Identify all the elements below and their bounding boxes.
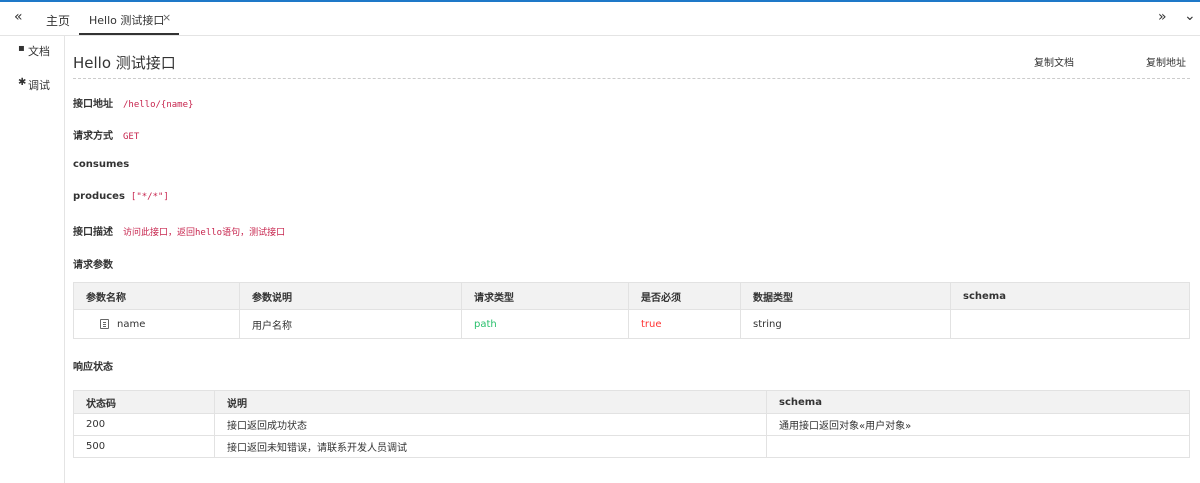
params-table: 参数名称 参数说明 请求类型 是否必须 数据类型 schema name 用户名… [73,282,1190,339]
params-title: 请求参数 [73,260,113,271]
column-header: 参数名称 [73,282,240,310]
field-method: 请求方式 GET [73,127,139,142]
field-address: 接口地址/hello/{name} [73,95,193,110]
doc-content: Hello 测试接口 复制文档 复制地址 接口地址/hello/{name} 请… [65,36,1200,483]
chevron-down-icon[interactable]: ⌄ [1184,8,1196,24]
response-schema [766,435,1190,458]
field-consumes: consumes [73,159,129,170]
side-nav: ▪ 文档 ✱ 调试 [0,36,65,483]
response-table: 状态码 说明 schema 200 接口返回成功状态 通用接口返回对象«用户对象… [73,390,1190,458]
column-header: 状态码 [73,390,215,414]
scroll-right-icon[interactable]: » [1158,9,1167,25]
sidenav-item-doc[interactable]: ▪ 文档 [0,36,64,64]
table-header-row: 状态码 说明 schema [73,390,1190,414]
field-produces: produces ["*/*"] [73,191,169,202]
response-title: 响应状态 [73,362,113,373]
response-code: 500 [73,435,215,458]
field-description: 接口描述 访问此接口，返回hello语句，测试接口 [73,223,285,238]
field-value: /hello/{name} [123,100,194,110]
param-required: true [628,309,741,339]
tab-label: Hello 测试接口 [89,14,165,27]
column-header: 说明 [214,390,767,414]
table-row: name 用户名称 path true string [73,309,1190,339]
field-label: 接口描述 [73,227,113,238]
field-label: 接口地址 [73,99,113,110]
column-header: schema [950,282,1190,310]
field-value: ["*/*"] [130,192,169,202]
tab-home[interactable]: 主页 [46,12,70,29]
close-icon[interactable]: × [162,11,171,24]
param-desc: 用户名称 [239,309,462,339]
divider [73,78,1190,79]
field-label: 请求方式 [73,131,113,142]
table-row: 500 接口返回未知错误，请联系开发人员调试 [73,435,1190,458]
column-header: 参数说明 [239,282,462,310]
column-header: 请求类型 [461,282,629,310]
param-type: string [740,309,951,339]
sidenav-item-debug[interactable]: ✱ 调试 [0,70,64,98]
copy-url-button[interactable]: 复制地址 [1146,54,1186,69]
response-schema: 通用接口返回对象«用户对象» [766,413,1190,436]
field-label: produces [73,191,125,202]
tab-hello-api[interactable]: Hello 测试接口 × [79,2,179,35]
column-header: 数据类型 [740,282,951,310]
list-icon [100,318,109,329]
tab-bar: « 主页 Hello 测试接口 × » ⌄ [0,2,1200,36]
column-header: schema [766,390,1190,414]
doc-icon: ▪ [18,43,25,54]
column-header: 是否必须 [628,282,741,310]
response-desc: 接口返回成功状态 [214,413,767,436]
bug-icon: ✱ [18,77,27,88]
param-name: name [117,318,146,330]
table-header-row: 参数名称 参数说明 请求类型 是否必须 数据类型 schema [73,282,1190,310]
copy-doc-button[interactable]: 复制文档 [1034,54,1074,69]
field-value: 访问此接口，返回hello语句，测试接口 [123,228,286,238]
param-name-cell: name [73,309,240,339]
table-row: 200 接口返回成功状态 通用接口返回对象«用户对象» [73,413,1190,436]
sidenav-item-label: 文档 [28,45,50,58]
field-value: GET [123,132,140,142]
page-title: Hello 测试接口 [73,54,176,72]
response-desc: 接口返回未知错误，请联系开发人员调试 [214,435,767,458]
param-schema [950,309,1190,339]
param-in: path [461,309,629,339]
sidenav-item-label: 调试 [28,79,50,92]
response-code: 200 [73,413,215,436]
field-label: consumes [73,159,130,170]
scroll-left-icon[interactable]: « [14,9,23,25]
